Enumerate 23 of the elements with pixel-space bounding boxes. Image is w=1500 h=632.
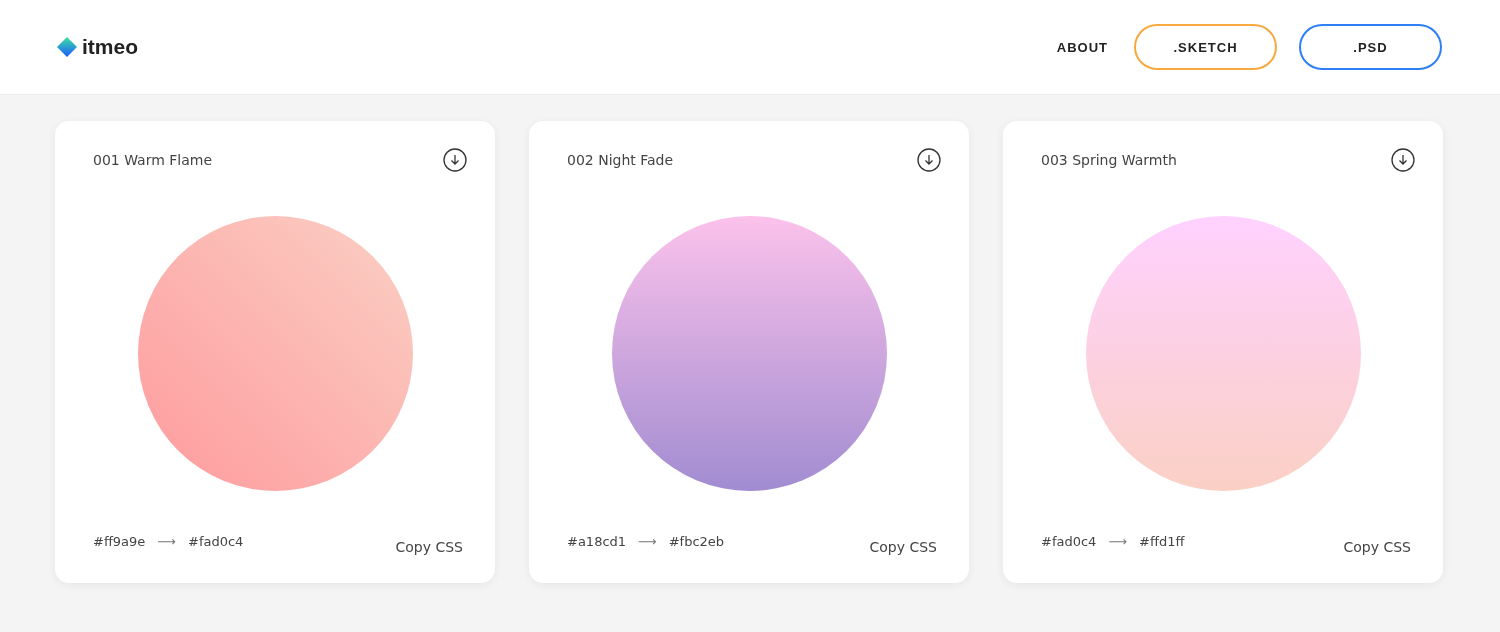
download-button[interactable]: .PSD — [1299, 24, 1442, 70]
color-code: #fad0c4 — [188, 534, 244, 549]
color-code: #ff9a9e — [93, 534, 146, 549]
copy-css-button[interactable]: Copy CSS — [869, 539, 937, 555]
gradient-title: 001 Warm Flame — [93, 152, 213, 168]
color-code: #fbc2eb — [668, 534, 725, 549]
logo-text: itmeo — [82, 35, 138, 59]
color-code: #ffd1ff — [1139, 534, 1185, 549]
download-icon[interactable] — [1391, 148, 1415, 172]
download-icon[interactable] — [917, 148, 941, 172]
logo-icon — [56, 36, 78, 58]
arrow-glyph: ⟶ — [1108, 534, 1128, 549]
copy-css-button[interactable]: Copy CSS — [1343, 539, 1411, 555]
arrow-glyph: ⟶ — [157, 534, 176, 549]
arrow-glyph: ⟶ — [638, 534, 657, 549]
about-link[interactable]: ABOUT — [1056, 39, 1108, 55]
gradient-title: 003 Spring Warmth — [1041, 152, 1177, 168]
download-button[interactable]: .SKETCH — [1134, 24, 1277, 70]
color-code: #fad0c4 — [1041, 534, 1097, 549]
gradient-title: 002 Night Fade — [567, 152, 674, 168]
download-icon[interactable] — [443, 148, 467, 172]
color-code: #a18cd1 — [567, 534, 627, 549]
copy-css-button[interactable]: Copy CSS — [395, 539, 463, 555]
